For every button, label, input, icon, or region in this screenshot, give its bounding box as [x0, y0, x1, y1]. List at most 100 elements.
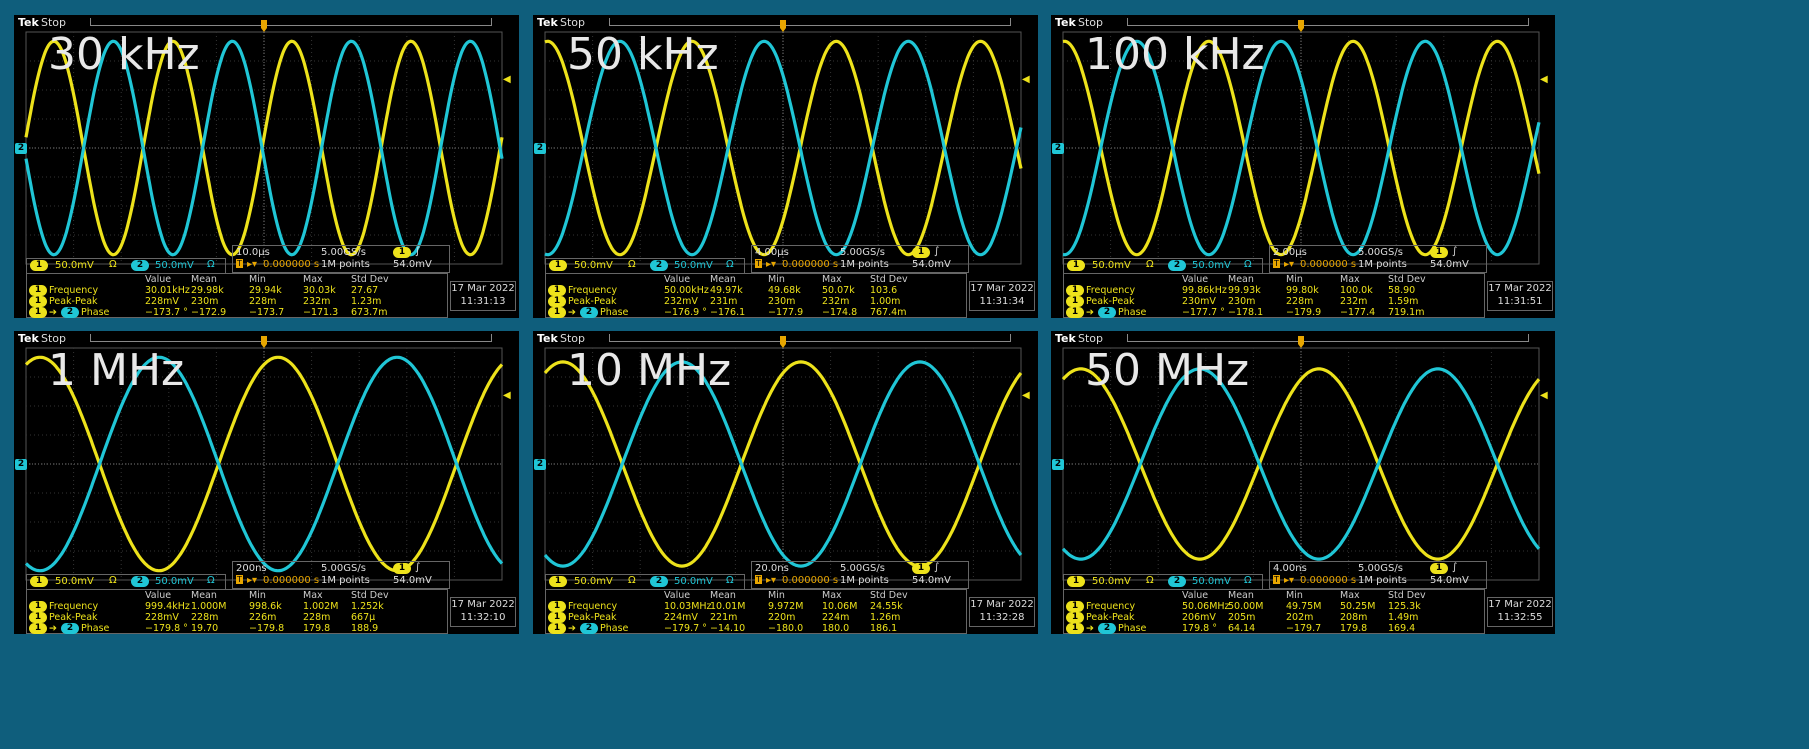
ch2-badge[interactable]: 2 [131, 260, 149, 271]
ch2-badge[interactable]: 2 [1168, 576, 1186, 587]
frequency-label: 50 kHz [567, 29, 719, 80]
measurement-name: Phase [81, 307, 110, 318]
measurement-value: 232m [822, 296, 850, 307]
phase-arrow-icon: ➔ [1086, 307, 1094, 318]
timebase-box[interactable]: 200ns 5.00GS/s 1 ∫ T ▸▾ 0.000000 s 1M points 54.… [232, 561, 450, 589]
ch1-bw-icon: Ω [109, 259, 117, 270]
trigger-level-icon: ◀ [1540, 389, 1548, 401]
ch2-ground-marker: 2 [1052, 143, 1064, 154]
measurement-column-header: Max [1340, 274, 1360, 285]
trigger-level-icon: ◀ [1022, 389, 1030, 401]
measurement-row[interactable]: 1 ➔ 2 Phase −177.7 ° −178.1 −179.9 −177.4 719.1m [1064, 307, 1488, 318]
measurement-value: 224mV [664, 612, 698, 623]
measurement-source-badge: 1 [1066, 296, 1084, 307]
measurement-column-header: Std Dev [351, 590, 389, 601]
measurement-row[interactable]: 1 ➔ 2 Phase −179.7 ° −14.10 −180.0 180.0 186.1 [546, 623, 970, 634]
measurement-value: 998.6k [249, 601, 282, 612]
ch2-ground-marker: 2 [534, 143, 546, 154]
ch1-badge[interactable]: 1 [549, 260, 567, 271]
trigger-level: 54.0mV [912, 575, 951, 586]
measurement-column-header: Mean [710, 590, 736, 601]
ch1-scale: 50.0mV [1092, 576, 1131, 587]
timebase-box[interactable]: 2.00µs 5.00GS/s 1 ∫ T ▸▾ 0.000000 s 1M points 54… [1269, 245, 1487, 273]
measurement-source-badge: 1 [548, 296, 566, 307]
measurement-value: 226m [249, 612, 277, 623]
measurement-column-header: Mean [710, 274, 736, 285]
measurement-name: Peak-Peak [1086, 612, 1135, 623]
ch2-badge[interactable]: 2 [1168, 260, 1186, 271]
measurement-row[interactable]: 1 ➔ 2 Phase −179.8 ° 19.70 −179.8 179.8 188.9 [27, 623, 451, 634]
measurement-value: 667µ [351, 612, 376, 623]
measurement-name: Frequency [568, 285, 618, 296]
trigger-position-icon [1298, 336, 1304, 348]
measurement-value: 228m [1286, 296, 1314, 307]
delay-arrow-icon: ▸▾ [766, 575, 777, 586]
measurement-column-header: Std Dev [870, 274, 908, 285]
measurement-value: 49.75M [1286, 601, 1322, 612]
trigger-source-badge: 1 [393, 563, 411, 574]
frequency-label: 1 MHz [48, 345, 185, 396]
measurement-row[interactable]: 1 ➔ 2 Phase 179.8 ° 64.14 −179.7 179.8 169.4 [1064, 623, 1488, 634]
delay-arrow-icon: ▸▾ [1284, 575, 1295, 586]
ch2-badge[interactable]: 2 [131, 576, 149, 587]
measurement-column-header: Value [145, 274, 172, 285]
trigger-slope-icon: ∫ [1452, 562, 1458, 573]
measurement-value: 29.98k [191, 285, 224, 296]
measurement-column-header: Max [303, 590, 323, 601]
ch2-bw-icon: Ω [207, 575, 215, 586]
measurement-column-header: Value [1182, 274, 1209, 285]
ch1-badge[interactable]: 1 [30, 260, 48, 271]
measurement-row[interactable]: 1 ➔ 2 Phase −173.7 ° −172.9 −173.7 −171.3 673.7m [27, 307, 451, 318]
measurement-source-badge: 1 [1066, 307, 1084, 318]
time: 11:31:13 [460, 296, 506, 307]
trigger-source-badge: 1 [393, 247, 411, 258]
measurement-value: 49.97k [710, 285, 743, 296]
measurement-value: 50.00M [1228, 601, 1264, 612]
ch1-badge[interactable]: 1 [30, 576, 48, 587]
scope-panel: Tek Stop 2 ◀ 10 MHz 1 50.0mV Ω 2 50.0mV Ω 20.0ns 5.0… [533, 331, 1038, 634]
timebase-box[interactable]: 4.00µs 5.00GS/s 1 ∫ T ▸▾ 0.000000 s 1M points 54… [751, 245, 969, 273]
ch1-scale: 50.0mV [55, 576, 94, 587]
measurement-value: 228m [191, 612, 219, 623]
measurement-value: 228mV [145, 612, 179, 623]
timebase-box[interactable]: 4.00ns 5.00GS/s 1 ∫ T ▸▾ 0.000000 s 1M points 54… [1269, 561, 1487, 589]
measurement-name: Frequency [1086, 601, 1136, 612]
sample-rate: 5.00GS/s [321, 563, 366, 574]
ch2-bw-icon: Ω [726, 575, 734, 586]
measurement-column-header: Mean [191, 274, 217, 285]
measurement-column-header: Min [1286, 274, 1303, 285]
measurement-value: 232mV [664, 296, 698, 307]
ch1-badge[interactable]: 1 [549, 576, 567, 587]
measurement-value: 9.972M [768, 601, 804, 612]
measurement-value: 188.9 [351, 623, 379, 634]
measurement-value: 99.80k [1286, 285, 1319, 296]
channel-scale-bar: 1 50.0mV Ω 2 50.0mV Ω [1063, 258, 1263, 274]
trigger-level-icon: ◀ [503, 73, 511, 85]
measurement-source-badge: 1 [548, 285, 566, 296]
ch2-badge[interactable]: 2 [650, 260, 668, 271]
sample-rate: 5.00GS/s [321, 247, 366, 258]
timebase-box[interactable]: 20.0ns 5.00GS/s 1 ∫ T ▸▾ 0.000000 s 1M points 54… [751, 561, 969, 589]
measurement-value: 1.26m [870, 612, 901, 623]
trigger-delay-icon: T [236, 575, 243, 584]
ch2-scale: 50.0mV [155, 260, 194, 271]
measurement-table: Value Mean Min Max Std Dev 1 Frequency 50.00kHz… [545, 273, 967, 318]
frequency-label: 50 MHz [1085, 345, 1250, 396]
timebase: 4.00µs [755, 247, 789, 258]
measurement-column-header: Mean [1228, 274, 1254, 285]
ch1-badge[interactable]: 1 [1067, 260, 1085, 271]
ch2-bw-icon: Ω [726, 259, 734, 270]
timebase-box[interactable]: 10.0µs 5.00GS/s 1 ∫ T ▸▾ 0.000000 s 1M points 54… [232, 245, 450, 273]
ch1-badge[interactable]: 1 [1067, 576, 1085, 587]
phase-arrow-icon: ➔ [49, 307, 57, 318]
scope-panel: Tek Stop 2 ◀ 50 kHz 1 50.0mV Ω 2 50.0mV Ω 4.00µs 5.0… [533, 15, 1038, 318]
measurement-value: −14.10 [710, 623, 746, 634]
date-time-box: 17 Mar 2022 11:32:55 [1487, 597, 1553, 627]
measurement-value: 99.93k [1228, 285, 1261, 296]
measurement-name: Phase [81, 623, 110, 634]
trigger-slope-icon: ∫ [934, 246, 940, 257]
ch2-badge[interactable]: 2 [650, 576, 668, 587]
measurement-row[interactable]: 1 ➔ 2 Phase −176.9 ° −176.1 −177.9 −174.8 767.4m [546, 307, 970, 318]
frequency-label: 10 MHz [567, 345, 732, 396]
measurement-column-header: Max [822, 590, 842, 601]
